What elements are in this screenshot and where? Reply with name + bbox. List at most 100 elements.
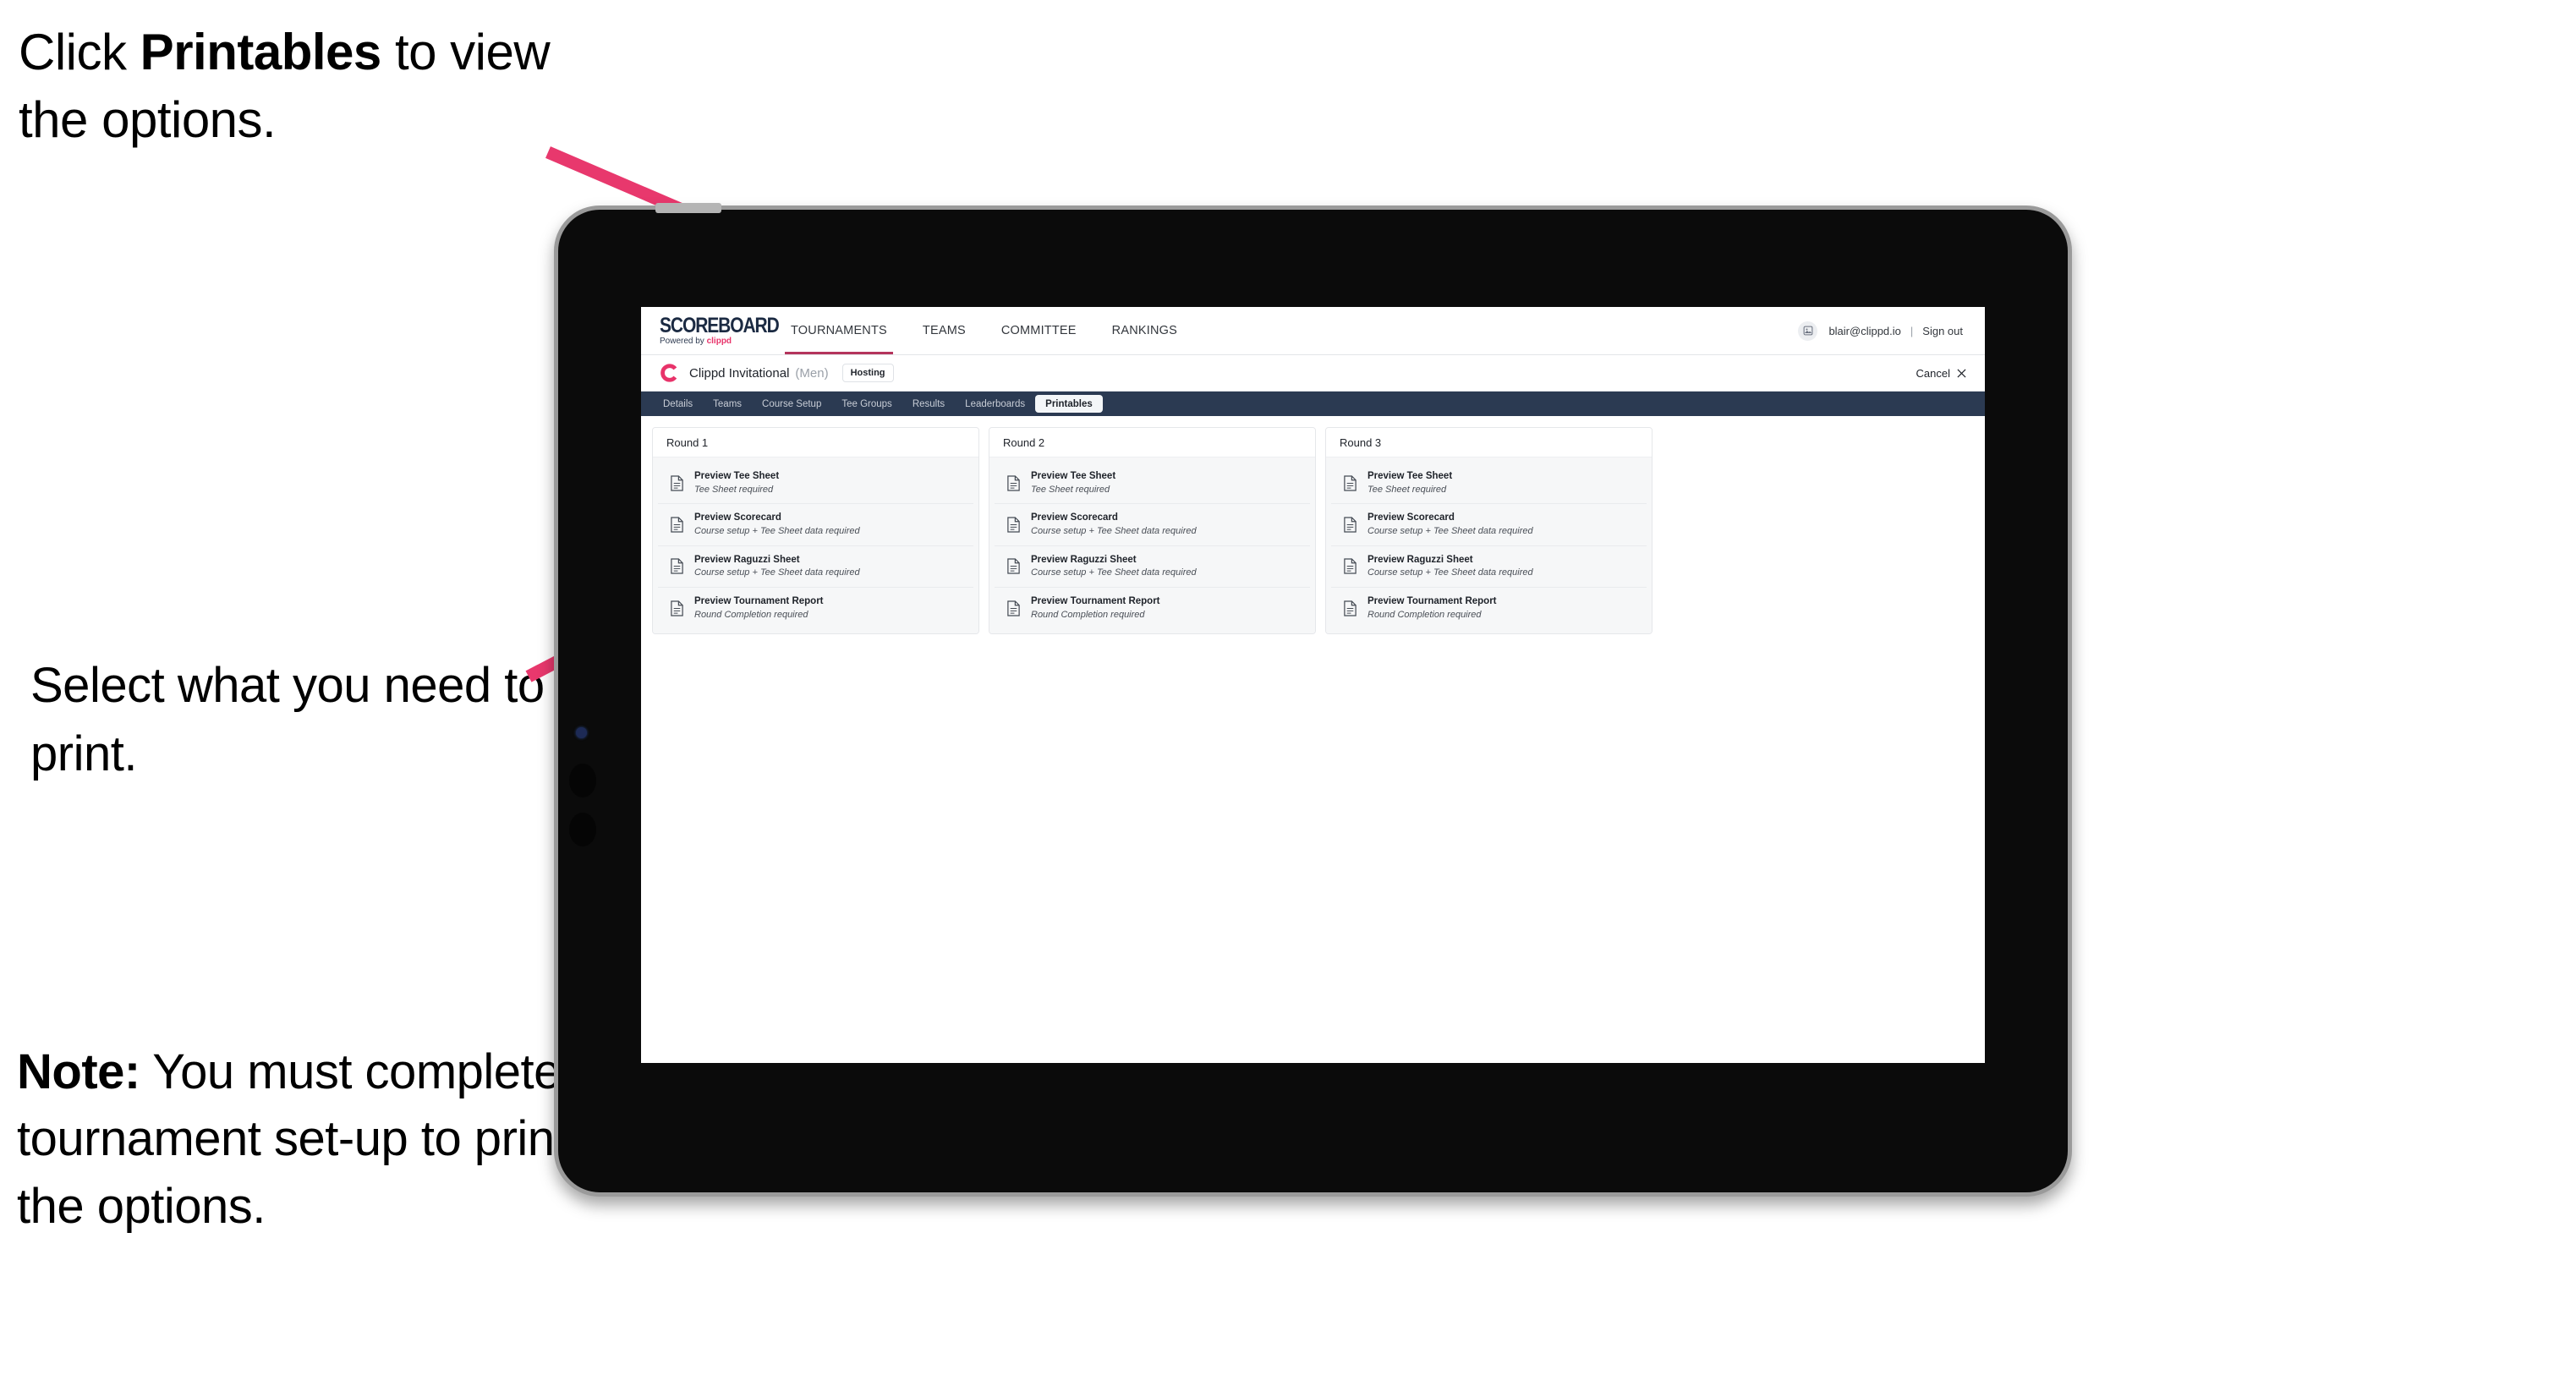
document-icon [1007, 517, 1020, 533]
annotation-top-bold: Printables [140, 24, 382, 80]
event-gender-label: (Men) [795, 365, 829, 381]
user-account-area: blair@clippd.io | Sign out [1798, 320, 1963, 341]
list-item[interactable]: Preview Raguzzi Sheet Course setup + Tee… [658, 545, 973, 589]
list-item[interactable]: Preview Tournament Report Round Completi… [1331, 588, 1647, 629]
logo-powered-text: Powered by [660, 337, 707, 346]
list-item[interactable]: Preview Tournament Report Round Completi… [995, 588, 1310, 629]
list-item-title: Preview Raguzzi Sheet [694, 554, 800, 565]
list-item-subtitle: Course setup + Tee Sheet data required [1031, 525, 1197, 536]
scoreboard-logo[interactable]: SCOREBOARD Powered by clippd [660, 314, 780, 346]
annotation-top-pre: Click [19, 24, 140, 80]
sign-out-button[interactable]: Sign out [1922, 325, 1963, 337]
tab-course-setup[interactable]: Course Setup [752, 395, 831, 413]
document-icon [671, 600, 683, 616]
list-item-subtitle: Tee Sheet required [1367, 484, 1447, 495]
tablet-top-button[interactable] [655, 203, 721, 213]
list-item-title: Preview Scorecard [1031, 512, 1118, 523]
tab-teams[interactable]: Teams [703, 395, 752, 413]
document-icon [1007, 600, 1020, 616]
list-item[interactable]: Preview Tournament Report Round Completi… [658, 588, 973, 629]
clippd-c-logo-icon [660, 364, 678, 382]
hosting-status-badge: Hosting [841, 364, 894, 382]
document-icon [671, 558, 683, 575]
list-item-subtitle: Course setup + Tee Sheet data required [694, 567, 860, 578]
list-item[interactable]: Preview Raguzzi Sheet Course setup + Tee… [995, 545, 1310, 589]
list-item[interactable]: Preview Scorecard Course setup + Tee She… [658, 504, 973, 546]
document-icon [1344, 600, 1357, 616]
primary-nav: TOURNAMENTS TEAMS COMMITTEE RANKINGS [773, 307, 1195, 354]
tab-leaderboards[interactable]: Leaderboards [955, 395, 1035, 413]
round-items-list: Preview Tee Sheet Tee Sheet required Pre… [989, 457, 1315, 634]
nav-item-tournaments[interactable]: TOURNAMENTS [773, 307, 905, 354]
logo-wordmark: SCOREBOARD [660, 314, 780, 337]
round-items-list: Preview Tee Sheet Tee Sheet required Pre… [653, 457, 978, 634]
cancel-button[interactable]: Cancel [1916, 367, 1966, 380]
logo-brand-clippd: clippd [706, 337, 732, 346]
round-title: Round 1 [653, 428, 978, 457]
list-item-title: Preview Tee Sheet [1367, 471, 1453, 481]
document-icon [1344, 475, 1357, 491]
round-items-list: Preview Tee Sheet Tee Sheet required Pre… [1326, 457, 1652, 634]
list-item[interactable]: Preview Tee Sheet Tee Sheet required [995, 463, 1310, 505]
nav-item-committee[interactable]: COMMITTEE [984, 307, 1094, 354]
round-card: Round 1 Preview Tee Sheet Tee Sheet requ… [652, 427, 979, 635]
section-tab-bar: Details Teams Course Setup Tee Groups Re… [641, 392, 1985, 416]
user-email-label: blair@clippd.io [1828, 324, 1901, 337]
list-item-title: Preview Raguzzi Sheet [1367, 554, 1473, 565]
annotation-click-printables: Click Printables to view the options. [19, 19, 577, 154]
event-name-label: Clippd Invitational [689, 365, 790, 381]
list-item-title: Preview Tournament Report [1367, 596, 1497, 607]
list-item[interactable]: Preview Tee Sheet Tee Sheet required [658, 463, 973, 505]
round-title: Round 2 [989, 428, 1315, 457]
user-separator: | [1910, 324, 1914, 337]
document-icon [1007, 475, 1020, 491]
list-item-title: Preview Tournament Report [694, 596, 824, 607]
user-avatar-icon[interactable] [1798, 320, 1818, 341]
list-item-title: Preview Tee Sheet [1031, 471, 1116, 481]
list-item-title: Preview Raguzzi Sheet [1031, 554, 1137, 565]
list-item-title: Preview Tee Sheet [694, 471, 780, 481]
list-item-subtitle: Course setup + Tee Sheet data required [1367, 567, 1533, 578]
list-item-subtitle: Round Completion required [694, 609, 808, 620]
tab-details[interactable]: Details [653, 395, 703, 413]
tab-printables[interactable]: Printables [1035, 395, 1103, 413]
printables-content-area: Round 1 Preview Tee Sheet Tee Sheet requ… [641, 416, 1985, 635]
app-top-navbar: SCOREBOARD Powered by clippd TOURNAMENTS… [641, 307, 1985, 355]
tab-tee-groups[interactable]: Tee Groups [831, 395, 902, 413]
list-item-subtitle: Course setup + Tee Sheet data required [1367, 525, 1533, 536]
tablet-volume-down-button[interactable] [569, 813, 596, 846]
tablet-device-frame: SCOREBOARD Powered by clippd TOURNAMENTS… [554, 203, 2072, 1197]
list-item[interactable]: Preview Raguzzi Sheet Course setup + Tee… [1331, 545, 1647, 589]
tablet-volume-up-button[interactable] [569, 764, 596, 797]
list-item-title: Preview Scorecard [694, 512, 781, 523]
document-icon [671, 475, 683, 491]
list-item-subtitle: Round Completion required [1031, 609, 1145, 620]
round-card: Round 2 Preview Tee Sheet Tee Sheet requ… [989, 427, 1316, 635]
document-icon [1007, 558, 1020, 575]
list-item-title: Preview Tournament Report [1031, 596, 1160, 607]
list-item[interactable]: Preview Scorecard Course setup + Tee She… [995, 504, 1310, 546]
list-item-subtitle: Round Completion required [1367, 609, 1482, 620]
document-icon [671, 517, 683, 533]
event-header-bar: Clippd Invitational (Men) Hosting Cancel [641, 355, 1985, 392]
tab-results[interactable]: Results [902, 395, 955, 413]
round-title: Round 3 [1326, 428, 1652, 457]
list-item-title: Preview Scorecard [1367, 512, 1455, 523]
list-item-subtitle: Tee Sheet required [1031, 484, 1110, 495]
list-item[interactable]: Preview Scorecard Course setup + Tee She… [1331, 504, 1647, 546]
annotation-select-print: Select what you need to print. [30, 658, 545, 782]
cancel-label: Cancel [1916, 366, 1950, 380]
tablet-screen: SCOREBOARD Powered by clippd TOURNAMENTS… [641, 307, 1985, 1063]
nav-item-teams[interactable]: TEAMS [905, 307, 984, 354]
list-item[interactable]: Preview Tee Sheet Tee Sheet required [1331, 463, 1647, 505]
document-icon [1344, 517, 1357, 533]
round-card: Round 3 Preview Tee Sheet Tee Sheet requ… [1325, 427, 1652, 635]
logo-tagline: Powered by clippd [660, 337, 754, 346]
list-item-subtitle: Tee Sheet required [694, 484, 774, 495]
list-item-subtitle: Course setup + Tee Sheet data required [694, 525, 860, 536]
annotation-note-bold: Note: [17, 1044, 140, 1099]
close-icon [1957, 368, 1966, 378]
list-item-subtitle: Course setup + Tee Sheet data required [1031, 567, 1197, 578]
document-icon [1344, 558, 1357, 575]
nav-item-rankings[interactable]: RANKINGS [1094, 307, 1195, 354]
